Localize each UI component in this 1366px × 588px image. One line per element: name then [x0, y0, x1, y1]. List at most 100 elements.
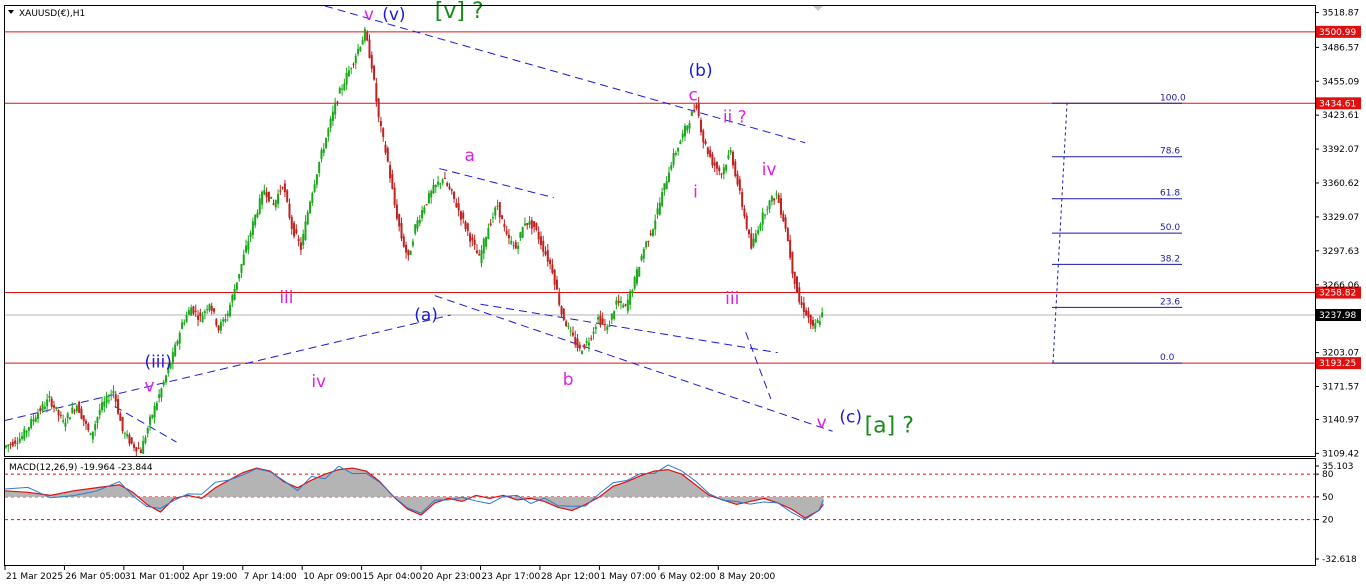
candle-body — [311, 193, 314, 203]
candle-body — [667, 172, 670, 183]
candle-body — [299, 242, 302, 250]
candle-body — [507, 234, 510, 239]
candle-body — [770, 196, 773, 202]
candle-body — [71, 407, 74, 414]
candle-body — [215, 319, 218, 326]
candle-body — [635, 269, 638, 284]
candle-body — [517, 245, 520, 249]
candle-body — [279, 190, 282, 192]
candle-body — [126, 434, 129, 437]
price-tick-label: 3329.07 — [1322, 213, 1359, 223]
candle-body — [455, 202, 458, 208]
candle-body — [59, 415, 62, 417]
candle-body — [137, 447, 140, 449]
candle-body — [242, 254, 245, 265]
candle-body — [345, 73, 348, 85]
candle-body — [201, 315, 204, 323]
trading-chart[interactable]: 3500.993434.613258.823193.253237.98 100.… — [0, 0, 1366, 588]
candle-body — [738, 179, 741, 191]
candle-body — [503, 224, 506, 228]
wave-label: (c) — [839, 408, 862, 428]
candle-body — [62, 420, 65, 422]
macd-tick-label: 50 — [1322, 493, 1334, 503]
candle-body — [261, 191, 264, 205]
candle-body — [240, 263, 243, 273]
candle-body — [37, 413, 40, 419]
price-tick-label: 3486.57 — [1322, 43, 1359, 53]
price-tick-label: 3518.87 — [1322, 9, 1359, 19]
candle-body — [411, 241, 414, 246]
candle-body — [274, 200, 277, 208]
candle-body — [720, 173, 723, 175]
candle-body — [347, 70, 350, 77]
candle-body — [805, 310, 808, 316]
fibonacci-level-label: 61.8 — [1160, 189, 1180, 199]
candle-body — [187, 310, 190, 315]
candle-body — [416, 220, 419, 229]
candle-body — [681, 133, 684, 138]
macd-tick-label: -32.618 — [1322, 555, 1357, 565]
candle-body — [734, 161, 737, 177]
candle-body — [795, 276, 798, 293]
candle-body — [491, 217, 494, 219]
candle-body — [811, 320, 814, 326]
current-price-label: 3237.98 — [1319, 311, 1356, 321]
candle-body — [560, 306, 563, 315]
price-tick-label: 3171.57 — [1322, 382, 1359, 392]
candle-body — [617, 300, 620, 303]
level-price-label: 3193.25 — [1319, 359, 1356, 369]
candle-body — [501, 215, 504, 220]
candle-body — [553, 269, 556, 285]
candle-body — [562, 308, 565, 321]
candle-body — [574, 337, 577, 345]
time-tick-label: 10 Apr 09:00 — [303, 572, 362, 582]
candle-body — [768, 200, 771, 209]
candle-body — [601, 318, 604, 324]
candle-body — [526, 223, 529, 226]
candle-body — [453, 191, 456, 199]
wave-label: iv — [311, 372, 326, 392]
candle-body — [569, 330, 572, 332]
candle-body — [210, 305, 213, 311]
candle-body — [551, 264, 554, 273]
candle-body — [750, 233, 753, 249]
candle-body — [194, 310, 197, 312]
candle-body — [226, 313, 229, 316]
candle-body — [277, 193, 280, 204]
candle-body — [448, 186, 451, 190]
candle-body — [190, 307, 193, 316]
candle-body — [283, 183, 286, 193]
candle-body — [155, 402, 158, 410]
candle-body — [786, 228, 789, 242]
fibonacci-level-label: 50.0 — [1160, 223, 1180, 233]
candle-body — [647, 240, 650, 242]
candle-body — [793, 271, 796, 284]
candle-body — [267, 191, 270, 202]
price-tick-label: 3360.62 — [1322, 179, 1359, 189]
price-tick-label: 3203.07 — [1322, 349, 1359, 359]
candle-body — [327, 128, 330, 137]
candle-body — [773, 198, 776, 201]
candle-body — [251, 221, 254, 235]
wave-label: iv — [762, 160, 777, 180]
candle-body — [494, 207, 497, 216]
candle-body — [462, 212, 465, 219]
candle-body — [73, 410, 76, 412]
candle-body — [741, 192, 744, 207]
candle-body — [318, 162, 321, 174]
wave-label: i — [693, 183, 698, 203]
candle-body — [208, 304, 211, 311]
candle-body — [98, 409, 101, 416]
candle-body — [384, 144, 387, 153]
candle-body — [192, 306, 195, 314]
candle-body — [352, 63, 355, 65]
candle-body — [178, 332, 181, 344]
candle-body — [802, 302, 805, 313]
candle-body — [368, 39, 371, 59]
candle-body — [395, 204, 398, 219]
candle-body — [418, 219, 421, 224]
candle-body — [821, 312, 824, 318]
candle-body — [30, 418, 33, 429]
time-tick-label: 28 Apr 12:00 — [541, 572, 600, 582]
level-price-label: 3434.61 — [1319, 99, 1356, 109]
